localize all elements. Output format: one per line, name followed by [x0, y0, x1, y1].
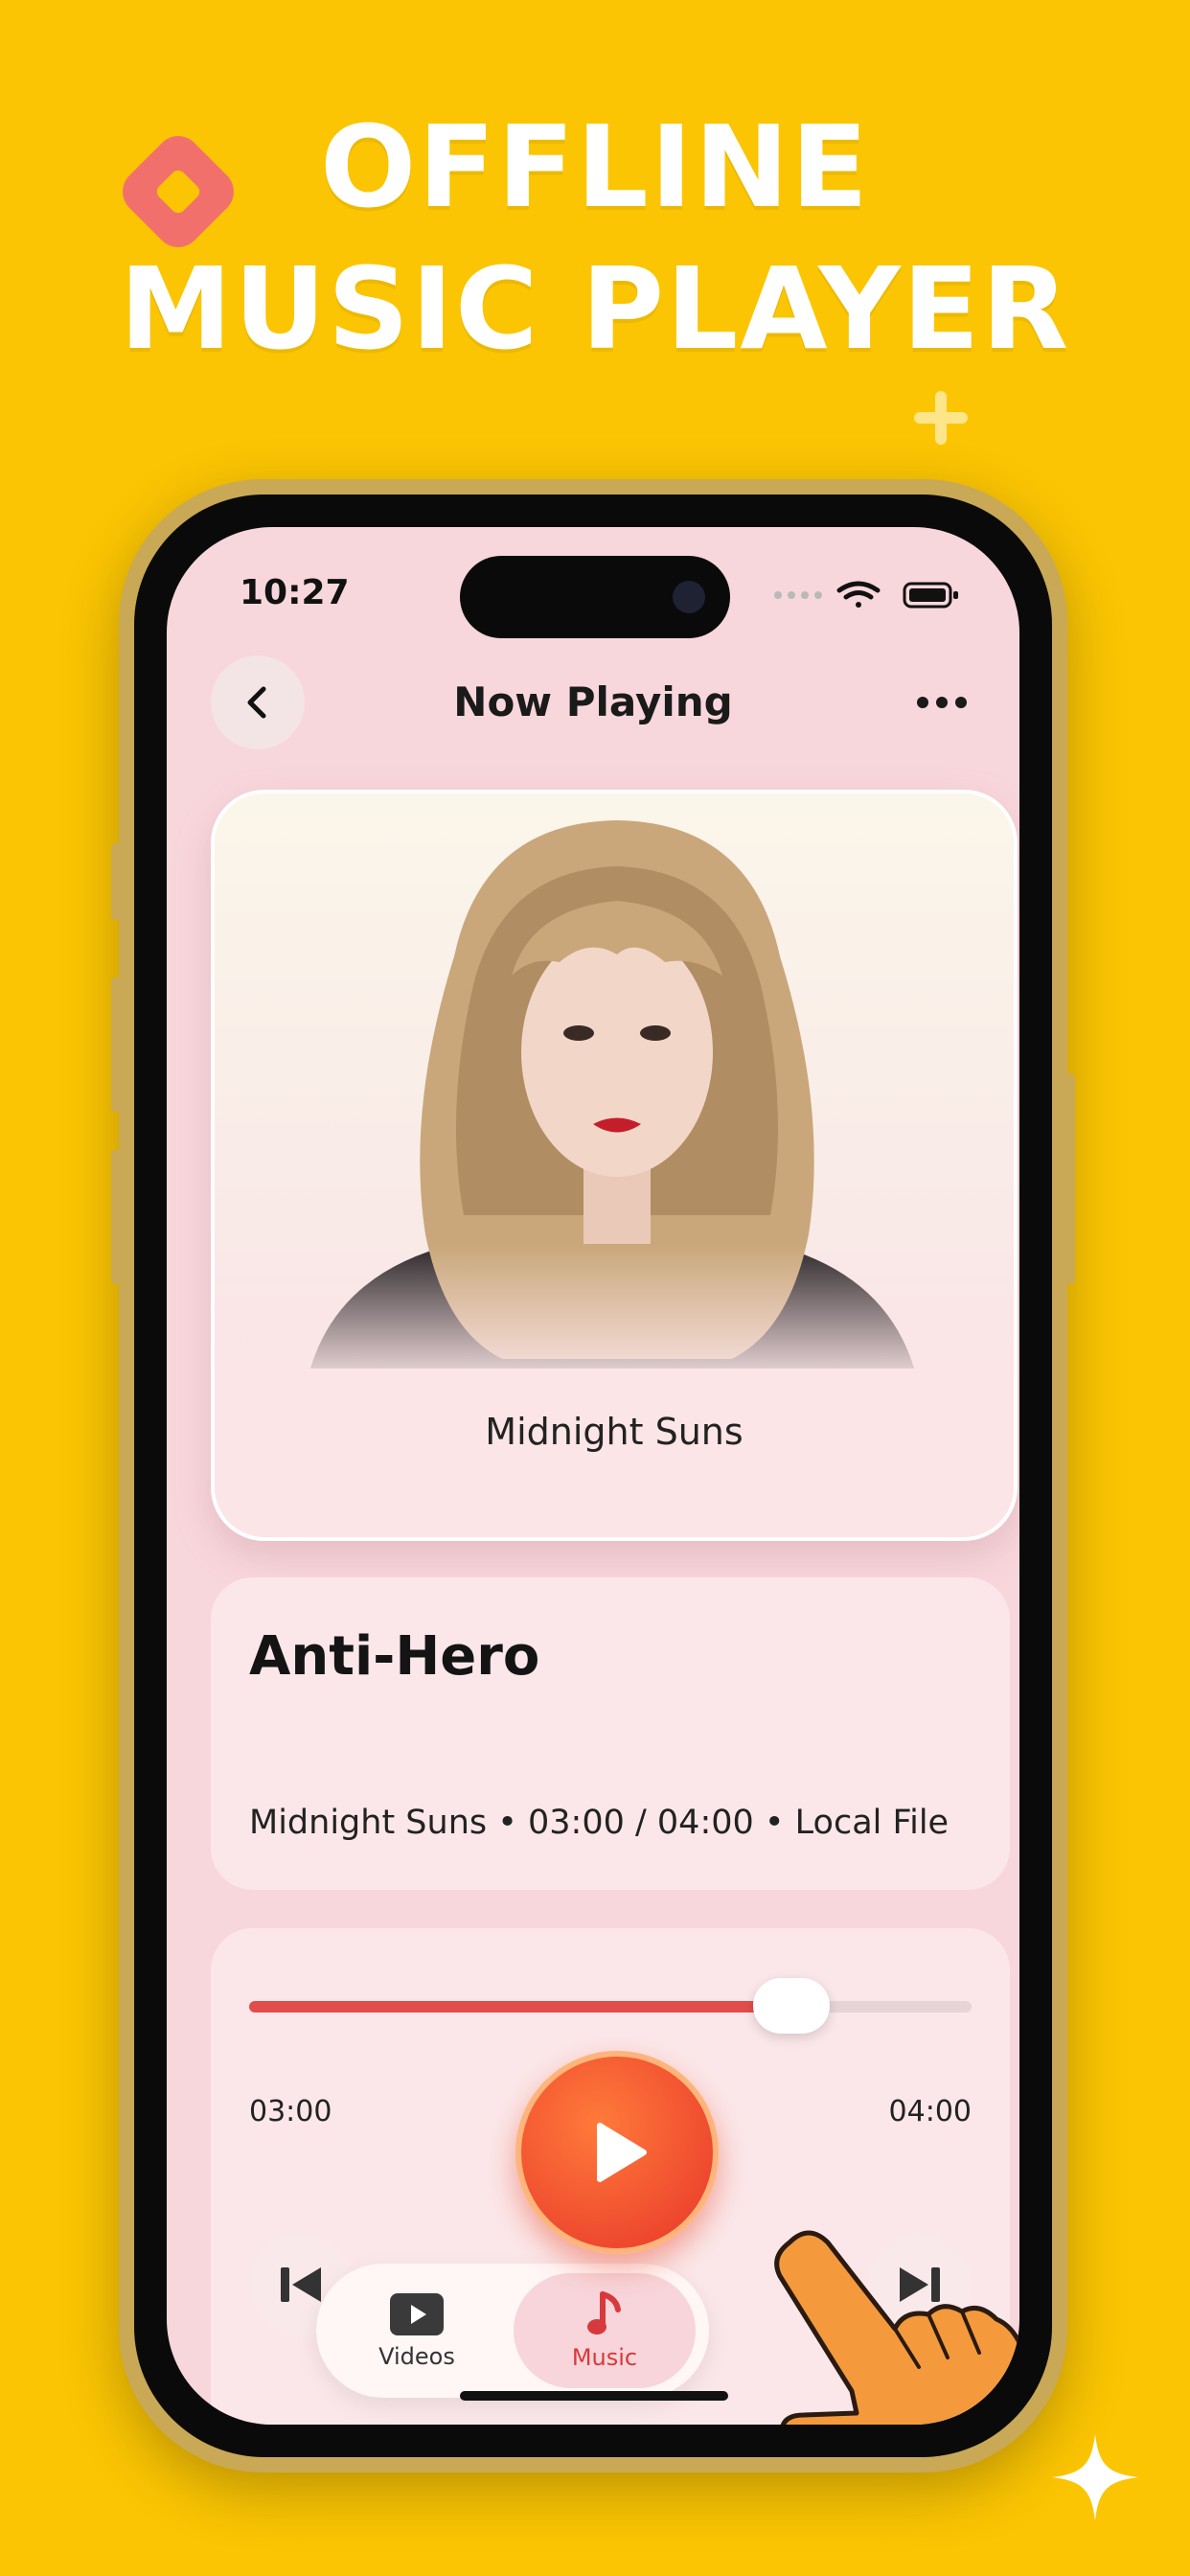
- headline-line-2: MUSIC PLAYER: [119, 242, 1071, 375]
- phone-side-button: [111, 843, 121, 920]
- tab-music[interactable]: Music: [514, 2273, 696, 2388]
- pointing-hand-icon: [774, 2230, 1019, 2425]
- home-indicator[interactable]: [460, 2391, 728, 2401]
- dynamic-island: [460, 556, 730, 638]
- headline-line-1: OFFLINE: [320, 101, 870, 233]
- track-info-card: Anti-Hero Midnight Suns • 03:00 / 04:00 …: [211, 1577, 1010, 1890]
- battery-icon: [903, 582, 958, 609]
- song-meta: Midnight Suns • 03:00 / 04:00 • Local Fi…: [249, 1804, 950, 1842]
- current-time: 03:00: [249, 2095, 332, 2128]
- album-art: [215, 794, 1014, 1388]
- progress-fill: [249, 2001, 791, 2012]
- skip-previous-icon: [281, 2267, 321, 2302]
- phone-screen: 10:27 Now Playing Midnight Suns Anti-Her…: [167, 527, 1019, 2425]
- progress-slider[interactable]: [249, 1978, 972, 2034]
- progress-thumb[interactable]: [752, 1978, 830, 2034]
- phone-bezel: 10:27 Now Playing Midnight Suns Anti-Her…: [134, 494, 1052, 2457]
- status-icons: [774, 581, 958, 609]
- phone-power-button: [1065, 1073, 1075, 1284]
- star-sparkle-icon: [1052, 2434, 1138, 2520]
- status-time: 10:27: [240, 573, 350, 612]
- video-play-icon: [390, 2293, 444, 2335]
- phone-frame: 10:27 Now Playing Midnight Suns Anti-Her…: [111, 479, 1075, 2472]
- music-note-icon: [587, 2291, 621, 2334]
- song-title: Anti-Hero: [249, 1625, 540, 1688]
- more-options-button[interactable]: [908, 678, 975, 726]
- bottom-tab-bar: Videos Music: [316, 2264, 709, 2398]
- tab-videos-label: Videos: [378, 2343, 455, 2370]
- total-time: 04:00: [888, 2095, 972, 2128]
- plus-sparkle-icon: [914, 391, 968, 445]
- ellipsis-dot: [955, 697, 967, 708]
- album-card: Midnight Suns: [211, 790, 1018, 1541]
- phone-volume-up-button: [111, 978, 121, 1112]
- play-icon: [597, 2123, 647, 2182]
- ellipsis-icon: [917, 697, 928, 708]
- wifi-icon: [836, 581, 881, 608]
- play-button[interactable]: [515, 2051, 719, 2254]
- phone-volume-down-button: [111, 1150, 121, 1284]
- tab-videos[interactable]: Videos: [326, 2273, 508, 2388]
- camera-icon: [673, 581, 705, 613]
- promo-headline: OFFLINE MUSIC PLAYER: [0, 96, 1190, 380]
- page-title: Now Playing: [453, 678, 733, 725]
- signal-dots-icon: [774, 591, 822, 599]
- album-name: Midnight Suns: [485, 1411, 744, 1453]
- ellipsis-dot: [936, 697, 948, 708]
- tab-music-label: Music: [571, 2344, 638, 2371]
